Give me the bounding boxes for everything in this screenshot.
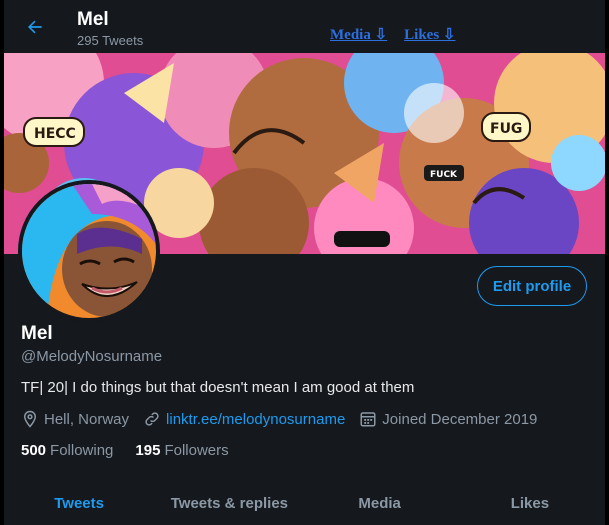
banner-text-hecc: HECC [34, 126, 76, 142]
following-count: 500 [21, 442, 47, 459]
following-link[interactable]: 500 Following [21, 442, 113, 459]
profile-joined: Joined December 2019 [359, 410, 537, 428]
followers-label: Followers [164, 442, 229, 459]
media-link[interactable]: Media ⇩ [330, 27, 387, 43]
back-button[interactable] [22, 14, 48, 40]
avatar[interactable] [18, 180, 160, 322]
profile-header: Mel 295 Tweets Media ⇩ Likes ⇩ [4, 0, 605, 53]
profile-page: Mel 295 Tweets Media ⇩ Likes ⇩ HECC FUG … [4, 0, 605, 525]
banner-text-fuck: FUCK [430, 170, 458, 180]
profile-bio: TF| 20| I do things but that doesn't mea… [21, 379, 415, 396]
banner-text-fug: FUG [490, 121, 522, 137]
profile-website: linktr.ee/melodynosurname [143, 410, 345, 428]
tab-likes[interactable]: Likes [455, 485, 605, 525]
tweet-count: 295 Tweets [77, 33, 144, 48]
profile-name: Mel [21, 323, 53, 344]
following-label: Following [50, 442, 114, 459]
edit-profile-button[interactable]: Edit profile [477, 266, 587, 306]
avatar-artwork [22, 184, 156, 318]
joined-text: Joined December 2019 [382, 410, 538, 428]
calendar-icon [360, 412, 376, 427]
likes-link[interactable]: Likes ⇩ [404, 27, 455, 43]
profile-location: Hell, Norway [21, 410, 129, 428]
profile-tabs: Tweets Tweets & replies Media Likes [4, 485, 605, 525]
header-links: Media ⇩ Likes ⇩ [330, 25, 472, 44]
tab-tweets-replies[interactable]: Tweets & replies [154, 485, 304, 525]
followers-count: 195 [135, 442, 161, 459]
location-text: Hell, Norway [44, 410, 130, 428]
map-pin-icon [23, 410, 37, 428]
arrow-left-icon [28, 20, 42, 34]
tab-media[interactable]: Media [305, 485, 455, 525]
profile-meta: Hell, Norway linktr.ee/melodynosurname J… [21, 410, 551, 428]
profile-handle: @MelodyNosurname [21, 348, 163, 365]
website-link[interactable]: linktr.ee/melodynosurname [166, 411, 345, 428]
tab-tweets[interactable]: Tweets [4, 485, 154, 525]
follow-stats: 500 Following 195 Followers [21, 442, 251, 459]
followers-link[interactable]: 195 Followers [135, 442, 228, 459]
page-title: Mel [77, 9, 109, 30]
link-icon [145, 412, 159, 426]
